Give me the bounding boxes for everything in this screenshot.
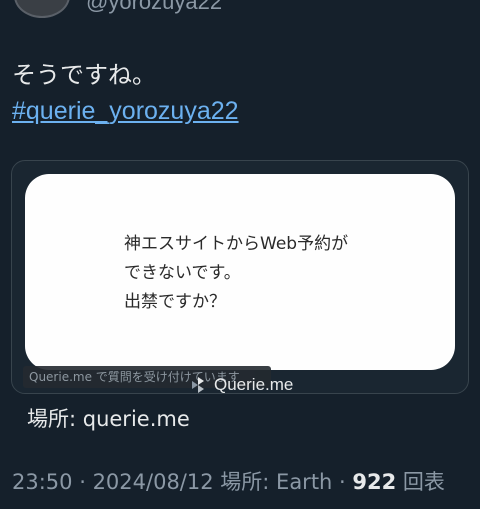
view-count: 922 bbox=[352, 470, 397, 494]
tweet-meta: 23:50 · 2024/08/12 場所: Earth · 922 回表 bbox=[12, 466, 445, 498]
tweet-place: 場所: Earth bbox=[220, 470, 333, 494]
card-line-3: 出禁ですか？ bbox=[124, 292, 226, 312]
author-handle[interactable]: @yorozuya22 bbox=[86, 0, 222, 14]
view-label: 回表 bbox=[396, 470, 445, 494]
meta-separator: · bbox=[72, 470, 93, 494]
querie-logo-icon bbox=[192, 377, 204, 393]
card-domain[interactable]: 場所: querie.me bbox=[27, 404, 190, 434]
card-brand: Querie.me bbox=[188, 374, 293, 396]
card-line-2: できないです。 bbox=[124, 263, 241, 283]
card-line-1: 神エスサイトからWeb予約が bbox=[124, 234, 349, 254]
card-question-text: 神エスサイトからWeb予約が できないです。 出禁ですか？ bbox=[124, 230, 348, 317]
meta-separator: · bbox=[332, 470, 353, 494]
hashtag-link[interactable]: #querie_yorozuya22 bbox=[12, 94, 239, 128]
avatar[interactable] bbox=[14, 0, 70, 18]
tweet-text: そうですね。 bbox=[12, 61, 156, 89]
tweet-time[interactable]: 23:50 bbox=[12, 470, 73, 494]
tweet-date[interactable]: 2024/08/12 bbox=[93, 470, 214, 494]
card-brand-name: Querie.me bbox=[214, 375, 294, 394]
